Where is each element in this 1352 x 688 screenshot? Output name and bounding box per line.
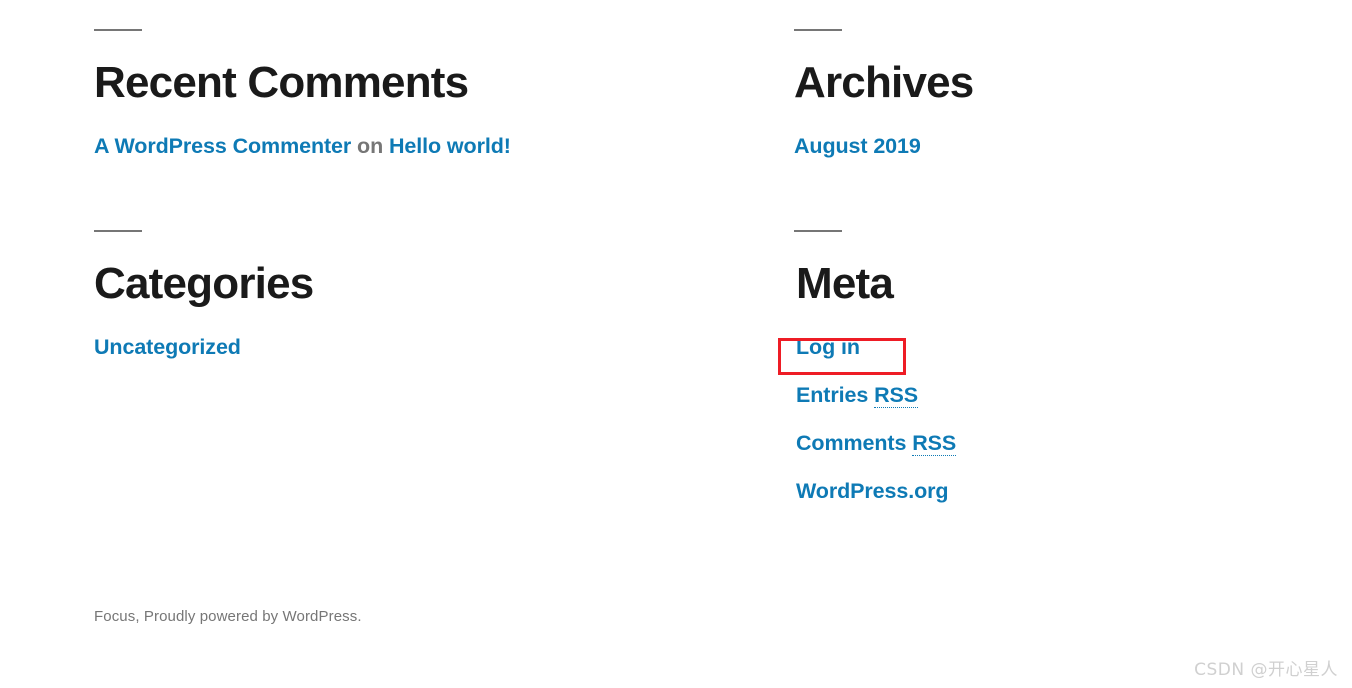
widget-categories: Categories Uncategorized (94, 230, 314, 362)
list-item: Log in (796, 333, 956, 362)
widget-recent-comments: Recent Comments A WordPress Commenter on… (94, 29, 511, 161)
widget-rule-decoration (794, 230, 842, 232)
csdn-watermark: CSDN @开心星人 (1194, 660, 1338, 680)
widget-title-archives: Archives (794, 58, 974, 107)
list-item: Uncategorized (94, 333, 313, 362)
meta-link-log-in[interactable]: Log in (796, 335, 860, 359)
widget-title-meta: Meta (796, 259, 894, 308)
widget-rule-decoration (94, 230, 142, 232)
category-link-uncategorized[interactable]: Uncategorized (94, 335, 241, 359)
meta-link-wordpress-org[interactable]: WordPress.org (796, 479, 949, 503)
list-item: Comments RSS (796, 429, 956, 458)
archives-list: August 2019 (794, 132, 973, 161)
archive-link-august-2019[interactable]: August 2019 (794, 134, 921, 158)
list-item: A WordPress Commenter on Hello world! (94, 132, 511, 161)
widget-archives: Archives August 2019 (794, 29, 974, 161)
meta-link-entries-rss[interactable]: Entries RSS (796, 383, 918, 409)
comment-separator-on: on (357, 134, 384, 159)
widget-rule-decoration (94, 29, 142, 31)
widget-area: Recent Comments A WordPress Commenter on… (0, 0, 1352, 580)
categories-list: Uncategorized (94, 333, 313, 362)
comment-post-link[interactable]: Hello world! (389, 134, 511, 158)
footer-theme-credit: Focus, Proudly powered by (94, 608, 283, 625)
widget-title-recent-comments: Recent Comments (94, 58, 469, 107)
footer-wordpress-link[interactable]: WordPress (283, 608, 358, 625)
footer-period: . (357, 608, 362, 625)
widget-meta: Meta Log in Entries RSS Comments RSS Wor… (794, 230, 956, 506)
comment-author-link[interactable]: A WordPress Commenter (94, 134, 351, 158)
meta-link-entries-prefix: Entries (796, 383, 875, 408)
rss-abbreviation: RSS (874, 383, 918, 409)
widget-rule-decoration (794, 29, 842, 31)
list-item: August 2019 (794, 132, 973, 161)
list-item: WordPress.org (796, 477, 956, 506)
recent-comments-list: A WordPress Commenter on Hello world! (94, 132, 511, 161)
list-item: Entries RSS (796, 381, 956, 410)
meta-link-comments-rss[interactable]: Comments RSS (796, 431, 957, 457)
rss-abbreviation: RSS (912, 431, 957, 457)
meta-link-comments-prefix: Comments (796, 431, 913, 456)
widget-title-categories: Categories (94, 259, 314, 308)
site-footer: Focus, Proudly powered by WordPress. (94, 606, 362, 629)
meta-list: Log in Entries RSS Comments RSS WordPres… (794, 333, 956, 506)
